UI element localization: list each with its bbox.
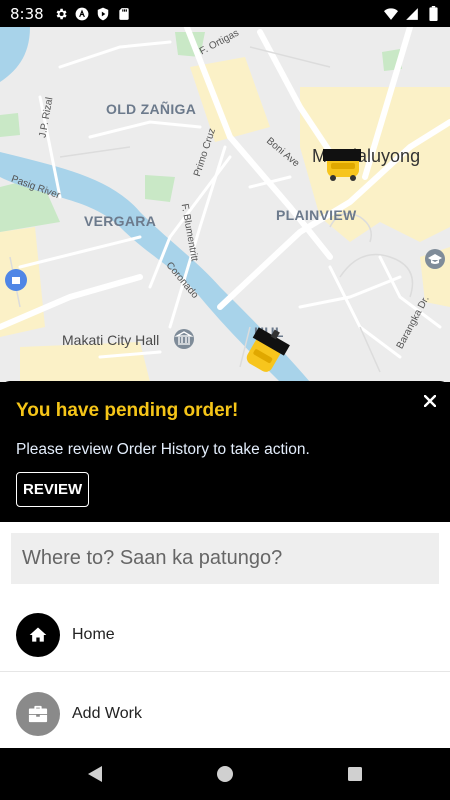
pending-order-banner: You have pending order! Please review Or…: [0, 381, 450, 522]
recents-icon[interactable]: [345, 764, 365, 784]
shield-play-icon: [96, 7, 110, 21]
map-view[interactable]: OLD ZAÑIGA VERGARA PLAINVIEW HUL Mandalu…: [0, 27, 450, 382]
close-icon[interactable]: [420, 391, 440, 411]
back-icon[interactable]: [85, 764, 105, 784]
status-time: 8:38: [10, 4, 44, 23]
map-area-label: OLD ZAÑIGA: [106, 101, 197, 117]
gear-icon: [54, 7, 68, 21]
map-poi-label: Makati City Hall: [62, 332, 160, 348]
saved-place-label: Add Work: [72, 705, 142, 722]
battery-icon: [426, 6, 440, 21]
destination-search-input[interactable]: Where to? Saan ka patungo?: [11, 533, 439, 584]
sd-card-icon: [117, 7, 131, 21]
destination-sheet: Where to? Saan ka patungo? Home Add Work: [0, 522, 450, 748]
home-circle-icon[interactable]: [215, 764, 235, 784]
pending-title: You have pending order!: [16, 400, 239, 421]
system-nav-bar: [0, 748, 450, 800]
signal-icon: [405, 7, 419, 21]
home-icon: [16, 612, 60, 657]
status-bar: 8:38: [0, 0, 450, 27]
saved-place-add-work[interactable]: Add Work: [0, 677, 450, 751]
saved-place-home[interactable]: Home: [0, 598, 450, 672]
map-area-label: VERGARA: [84, 213, 157, 229]
saved-place-label: Home: [72, 625, 115, 643]
briefcase-icon: [16, 692, 60, 736]
pending-message: Please review Order History to take acti…: [16, 441, 310, 458]
a-circle-icon: [75, 7, 89, 21]
map-area-label: PLAINVIEW: [276, 207, 357, 223]
wifi-icon: [384, 7, 398, 21]
review-button[interactable]: REVIEW: [16, 472, 90, 507]
